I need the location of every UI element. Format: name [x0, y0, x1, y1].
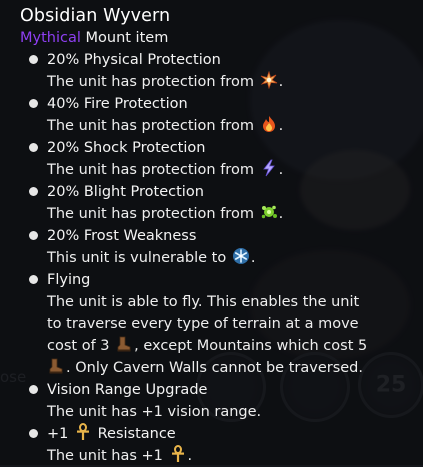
ability-title-text: 20% Blight Protection [47, 184, 204, 200]
ability-desc-line: to traverse every type of terrain at a m… [47, 316, 359, 332]
ability-description: The unit has protection from . [29, 115, 415, 137]
item-name: Obsidian Wyvern [20, 6, 171, 26]
ability-title-text: 20% Physical Protection [47, 52, 221, 68]
ability-description: This unit is vulnerable to . [29, 247, 415, 269]
bullet [29, 55, 38, 64]
ability-title: Vision Range Upgrade [29, 379, 415, 401]
ability-desc-line: . Only Cavern Walls cannot be traversed. [47, 357, 415, 379]
ability-title: 20% Shock Protection [29, 137, 415, 159]
ability-title: 20% Physical Protection [29, 49, 415, 71]
ability-title: Flying [29, 269, 415, 291]
bullet [29, 429, 38, 438]
ability-title-text: Flying [47, 272, 91, 288]
ability-title-text: +1 [47, 426, 69, 442]
ability-vision-range-upgrade: Vision Range Upgrade The unit has +1 vis… [29, 379, 415, 423]
ability-desc-text: This unit is vulnerable to [47, 250, 227, 266]
ability-desc-line: The unit is able to fly. This enables th… [47, 294, 360, 310]
bullet [29, 231, 38, 240]
bullet [29, 187, 38, 196]
ability-desc-punct: . [187, 448, 193, 464]
item-subtitle: Mythical Mount item [20, 27, 415, 49]
ability-resistance: +1 Resistance The unit has +1 . [29, 423, 415, 467]
movement-boot-icon [115, 335, 133, 353]
ability-description: The unit has protection from . [29, 71, 415, 93]
ability-title-text: Vision Range Upgrade [47, 382, 208, 398]
ability-frost-weakness: 20% Frost Weakness This unit is vulnerab… [29, 225, 415, 269]
blight-damage-icon [260, 203, 278, 221]
ability-description: The unit has +1 . [29, 445, 415, 467]
item-type: Mount item [85, 30, 169, 46]
movement-boot-icon [47, 357, 65, 375]
fire-damage-icon [260, 115, 278, 133]
item-tooltip: Obsidian Wyvern Mythical Mount item 20% … [0, 0, 423, 465]
ability-desc-text: The unit has protection from [47, 74, 254, 90]
ability-desc-line: cost of 3 , except Mountains which cost … [47, 335, 415, 357]
ability-desc-punct: . [278, 206, 284, 222]
ability-title: 20% Blight Protection [29, 181, 415, 203]
ability-desc-punct: . [278, 74, 284, 90]
ability-desc-text: The unit has +1 [47, 448, 163, 464]
ability-desc-text: , except Mountains which cost 5 [134, 338, 368, 354]
ability-title-text: Resistance [97, 426, 176, 442]
ability-desc-text: cost of 3 [47, 338, 110, 354]
ability-description: The unit has +1 vision range. [47, 404, 262, 420]
ability-description: The unit has protection from . [29, 159, 415, 181]
item-rarity: Mythical [20, 30, 81, 46]
resistance-ankh-icon [74, 423, 92, 441]
ability-desc-punct: . [278, 162, 284, 178]
ability-physical-protection: 20% Physical Protection The unit has pro… [29, 49, 415, 93]
ability-title: 20% Frost Weakness [29, 225, 415, 247]
frost-damage-icon [232, 247, 250, 265]
ability-title: +1 Resistance [29, 423, 415, 445]
ability-title-text: 40% Fire Protection [47, 96, 188, 112]
ability-desc-punct: . [250, 250, 256, 266]
ability-title-text: 20% Shock Protection [47, 140, 206, 156]
ability-blight-protection: 20% Blight Protection The unit has prote… [29, 181, 415, 225]
bullet [29, 275, 38, 284]
ability-desc-text: The unit has protection from [47, 118, 254, 134]
ability-desc-punct: . [278, 118, 284, 134]
shock-damage-icon [260, 159, 278, 177]
ability-title: 40% Fire Protection [29, 93, 415, 115]
resistance-ankh-icon [169, 445, 187, 463]
bullet [29, 99, 38, 108]
ability-desc-text: The unit has protection from [47, 162, 254, 178]
ability-description: The unit has protection from . [29, 203, 415, 225]
ability-fire-protection: 40% Fire Protection The unit has protect… [29, 93, 415, 137]
ability-description: The unit is able to fly. This enables th… [29, 291, 415, 379]
ability-flying: Flying The unit is able to fly. This ena… [29, 269, 415, 379]
ability-desc-text: . Only Cavern Walls cannot be traversed. [66, 360, 363, 376]
ability-desc-text: The unit has protection from [47, 206, 254, 222]
bullet [29, 385, 38, 394]
bullet [29, 143, 38, 152]
ability-shock-protection: 20% Shock Protection The unit has protec… [29, 137, 415, 181]
ability-title-text: 20% Frost Weakness [47, 228, 197, 244]
physical-damage-icon [260, 71, 278, 89]
